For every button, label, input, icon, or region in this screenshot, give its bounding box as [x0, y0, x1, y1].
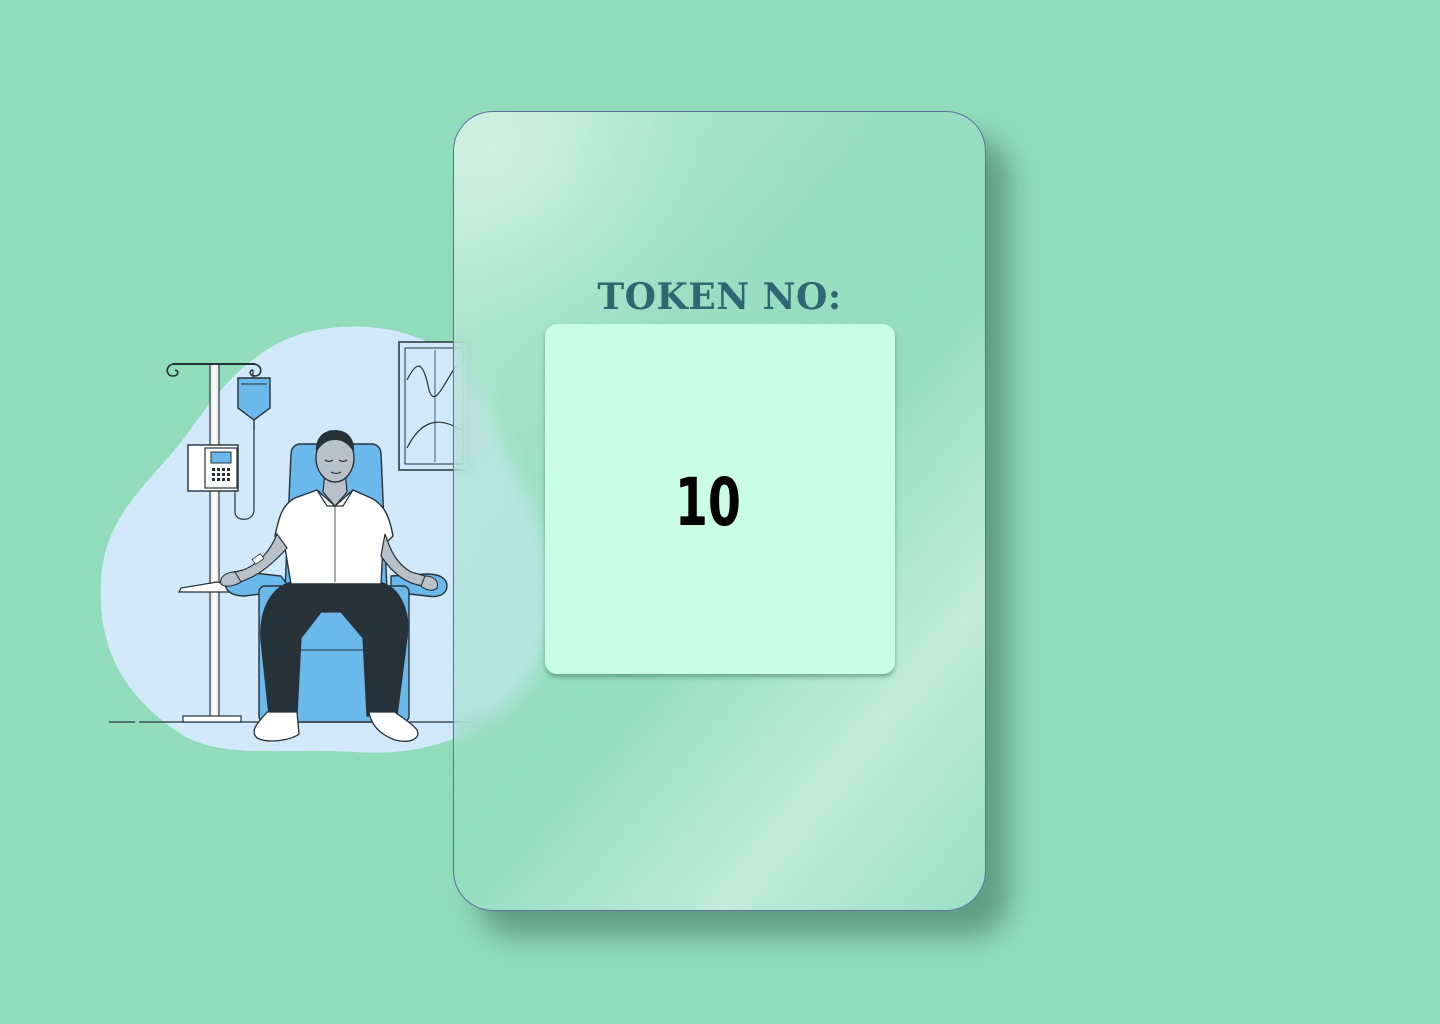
token-title: TOKEN NO: — [597, 276, 842, 318]
infusion-pump — [187, 444, 239, 492]
token-number-box: 10 — [545, 324, 895, 674]
token-card: TOKEN NO: 10 — [453, 111, 986, 911]
token-number: 10 — [674, 463, 742, 541]
